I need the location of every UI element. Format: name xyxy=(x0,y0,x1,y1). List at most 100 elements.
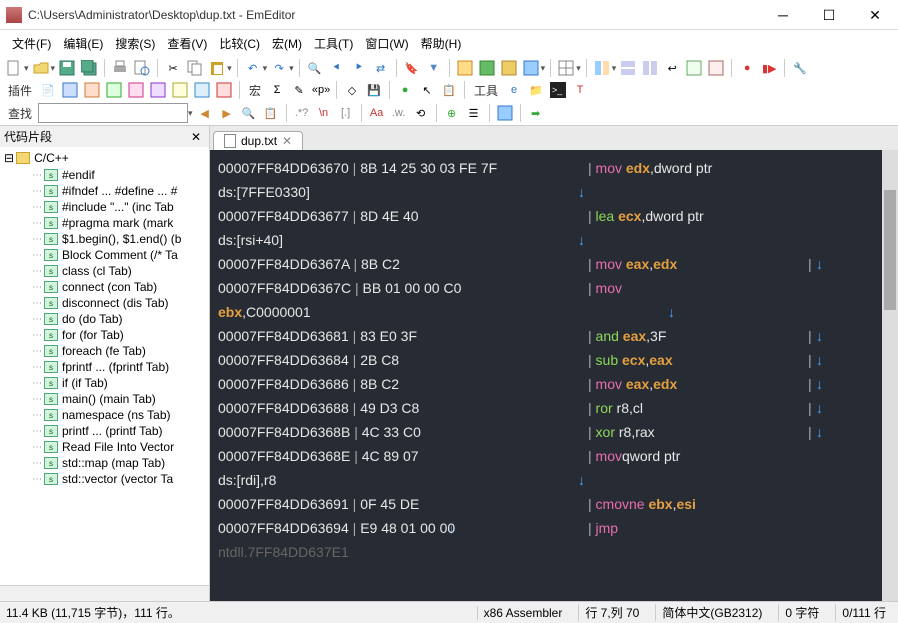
folder-twisty-icon[interactable]: ⊟ xyxy=(4,151,14,165)
word-icon[interactable]: .w. xyxy=(390,104,408,122)
highlight-icon[interactable]: ⊕ xyxy=(443,104,461,122)
play-icon[interactable]: ▮▶ xyxy=(760,59,778,77)
menu-f[interactable]: 文件(F) xyxy=(6,32,57,55)
plugin9-icon[interactable] xyxy=(215,81,233,99)
settings-icon[interactable]: 🔧 xyxy=(791,59,809,77)
menu-h[interactable]: 帮助(H) xyxy=(415,32,468,55)
bracket-icon[interactable]: [.] xyxy=(337,104,355,122)
save-all-icon[interactable] xyxy=(80,59,98,77)
snippet-item[interactable]: ⋯s#pragma mark (mark xyxy=(2,215,207,231)
marks-icon[interactable] xyxy=(707,59,725,77)
close-button[interactable]: ✕ xyxy=(852,0,898,30)
snippet-item[interactable]: ⋯sprintf ... (printf Tab) xyxy=(2,423,207,439)
new-icon[interactable] xyxy=(5,59,23,77)
bookmark-icon[interactable]: 🔖 xyxy=(403,59,421,77)
find-go-next-icon[interactable]: ▶ xyxy=(218,104,236,122)
cursor-icon[interactable]: ↖ xyxy=(418,81,436,99)
find-next-icon[interactable]: ⯈ xyxy=(350,59,368,77)
lines-icon[interactable]: ☰ xyxy=(465,104,483,122)
pp-icon[interactable]: «p» xyxy=(312,81,330,99)
snippet-item[interactable]: ⋯sdo (do Tab) xyxy=(2,311,207,327)
filter-icon[interactable]: ▼ xyxy=(425,59,443,77)
snippet-item[interactable]: ⋯sstd::vector (vector Ta xyxy=(2,471,207,487)
split-h-icon[interactable] xyxy=(619,59,637,77)
find-prev-icon[interactable]: ⯇ xyxy=(328,59,346,77)
find-go-prev-icon[interactable]: ◀ xyxy=(196,104,214,122)
macro-edit-icon[interactable]: ✎ xyxy=(290,81,308,99)
open-icon[interactable] xyxy=(32,59,50,77)
snippet-item[interactable]: ⋯sclass (cl Tab) xyxy=(2,263,207,279)
view4-icon[interactable] xyxy=(522,59,540,77)
plugin2-icon[interactable] xyxy=(61,81,79,99)
print-preview-icon[interactable] xyxy=(133,59,151,77)
snippet-item[interactable]: ⋯sfprintf ... (fprintf Tab) xyxy=(2,359,207,375)
snippet-item[interactable]: ⋯s#endif xyxy=(2,167,207,183)
snippet-item[interactable]: ⋯s#ifndef ... #define ... # xyxy=(2,183,207,199)
record-icon[interactable]: ● xyxy=(738,59,756,77)
plugin3-icon[interactable] xyxy=(83,81,101,99)
find-icon[interactable]: 🔍 xyxy=(306,59,324,77)
select-icon[interactable] xyxy=(496,104,514,122)
regex-icon[interactable]: .*? xyxy=(293,104,311,122)
snippet-item[interactable]: ⋯sconnect (con Tab) xyxy=(2,279,207,295)
snippet-item[interactable]: ⋯s$1.begin(), $1.end() (b xyxy=(2,231,207,247)
save-icon[interactable] xyxy=(58,59,76,77)
undo-icon[interactable]: ↶ xyxy=(244,59,262,77)
snippet-item[interactable]: ⋯sRead File Into Vector xyxy=(2,439,207,455)
maximize-button[interactable]: ☐ xyxy=(806,0,852,30)
plugin4-icon[interactable] xyxy=(105,81,123,99)
snippet-item[interactable]: ⋯sdisconnect (dis Tab) xyxy=(2,295,207,311)
compare-icon[interactable] xyxy=(593,59,611,77)
paste-icon[interactable] xyxy=(208,59,226,77)
sidebar-scrollbar[interactable] xyxy=(0,585,209,601)
tab-dup[interactable]: dup.txt ✕ xyxy=(213,131,303,150)
code-area[interactable]: 00007FF84DD63670 | 8B 14 25 30 03 FE 7F|… xyxy=(210,150,898,601)
sidebar-close-icon[interactable]: ✕ xyxy=(187,130,205,144)
menu-m[interactable]: 宏(M) xyxy=(266,32,308,55)
run-icon[interactable]: ● xyxy=(396,81,414,99)
csv-icon[interactable] xyxy=(557,59,575,77)
find-copy-icon[interactable]: 📋 xyxy=(262,104,280,122)
goto-icon[interactable]: ➡ xyxy=(527,104,545,122)
menu-c[interactable]: 比较(C) xyxy=(213,32,266,55)
view3-icon[interactable] xyxy=(500,59,518,77)
tab-close-icon[interactable]: ✕ xyxy=(282,134,292,148)
find-input[interactable] xyxy=(38,103,188,123)
menu-t[interactable]: 工具(T) xyxy=(308,32,359,55)
find-search-icon[interactable]: 🔍 xyxy=(240,104,258,122)
cmd-icon[interactable]: >_ xyxy=(549,81,567,99)
snippet-item[interactable]: ⋯snamespace (ns Tab) xyxy=(2,407,207,423)
snippet-item[interactable]: ⋯sBlock Comment (/* Ta xyxy=(2,247,207,263)
menu-w[interactable]: 窗口(W) xyxy=(359,32,414,55)
replace-icon[interactable]: ⇄ xyxy=(372,59,390,77)
back-icon[interactable]: ⟲ xyxy=(412,104,430,122)
case-icon[interactable]: Aa xyxy=(368,104,386,122)
menu-v[interactable]: 查看(V) xyxy=(161,32,213,55)
plugin8-icon[interactable] xyxy=(193,81,211,99)
menu-s[interactable]: 搜索(S) xyxy=(109,32,161,55)
snippet-item[interactable]: ⋯s#include "..." (inc Tab xyxy=(2,199,207,215)
macro-rec-icon[interactable]: ◇ xyxy=(343,81,361,99)
cut-icon[interactable]: ✂ xyxy=(164,59,182,77)
split-v-icon[interactable] xyxy=(641,59,659,77)
font-icon[interactable]: T xyxy=(571,81,589,99)
snippet-item[interactable]: ⋯smain() (main Tab) xyxy=(2,391,207,407)
explorer-icon[interactable]: 📁 xyxy=(527,81,545,99)
copy-icon[interactable] xyxy=(186,59,204,77)
view2-icon[interactable] xyxy=(478,59,496,77)
print-icon[interactable] xyxy=(111,59,129,77)
snippet-folder[interactable]: ⊟ C/C++ xyxy=(2,149,207,167)
sigma-icon[interactable]: Σ xyxy=(268,81,286,99)
plugin5-icon[interactable] xyxy=(127,81,145,99)
redo-icon[interactable]: ↷ xyxy=(270,59,288,77)
snippet-item[interactable]: ⋯sfor (for Tab) xyxy=(2,327,207,343)
ie-icon[interactable]: e xyxy=(505,81,523,99)
vertical-scrollbar[interactable] xyxy=(882,150,898,601)
plugin1-icon[interactable]: 📄 xyxy=(39,81,57,99)
minimize-button[interactable]: ─ xyxy=(760,0,806,30)
snippet-item[interactable]: ⋯sif (if Tab) xyxy=(2,375,207,391)
view1-icon[interactable] xyxy=(456,59,474,77)
plugin7-icon[interactable] xyxy=(171,81,189,99)
snippet-item[interactable]: ⋯sforeach (fe Tab) xyxy=(2,343,207,359)
snippet-item[interactable]: ⋯sstd::map (map Tab) xyxy=(2,455,207,471)
